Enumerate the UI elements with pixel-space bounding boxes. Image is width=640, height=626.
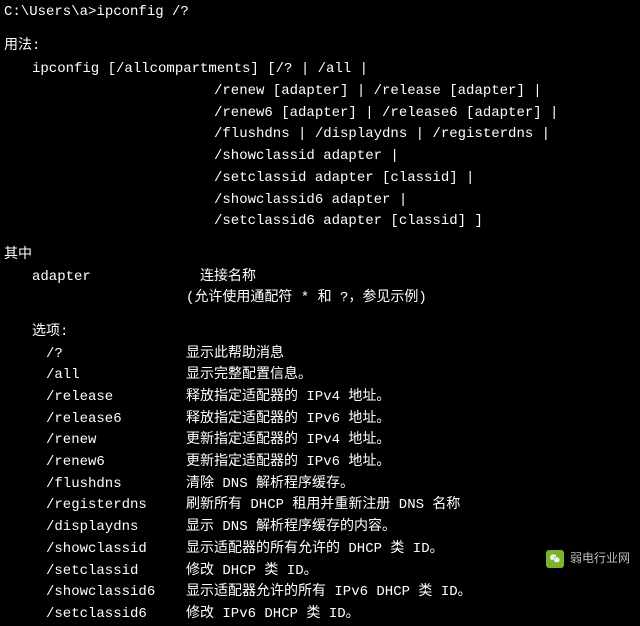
- option-flag: /renew6: [46, 452, 186, 474]
- usage-line: /setclassid adapter [classid] |: [214, 168, 636, 190]
- usage-line: /setclassid6 adapter [classid] ]: [214, 211, 636, 233]
- adapter-desc: 连接名称: [200, 269, 256, 285]
- option-flag: /?: [46, 344, 186, 366]
- option-row: /?显示此帮助消息: [46, 344, 636, 366]
- option-row: /renew更新指定适配器的 IPv4 地址。: [46, 430, 636, 452]
- option-row: /flushdns清除 DNS 解析程序缓存。: [46, 474, 636, 496]
- option-desc: 更新指定适配器的 IPv6 地址。: [186, 452, 636, 474]
- option-row: /renew6更新指定适配器的 IPv6 地址。: [46, 452, 636, 474]
- option-flag: /displaydns: [46, 517, 186, 539]
- option-flag: /setclassid: [46, 561, 186, 583]
- options-title: 选项:: [32, 322, 636, 344]
- option-flag: /showclassid6: [46, 582, 186, 604]
- option-flag: /all: [46, 365, 186, 387]
- option-desc: 释放指定适配器的 IPv4 地址。: [186, 387, 636, 409]
- usage-line: /renew6 [adapter] | /release6 [adapter] …: [214, 103, 636, 125]
- command-prompt-line: C:\Users\a>ipconfig /?: [4, 2, 636, 24]
- wechat-icon: [546, 550, 564, 568]
- option-row: /displaydns显示 DNS 解析程序缓存的内容。: [46, 517, 636, 539]
- option-flag: /showclassid: [46, 539, 186, 561]
- option-row: /release6释放指定适配器的 IPv6 地址。: [46, 409, 636, 431]
- option-desc: 刷新所有 DHCP 租用并重新注册 DNS 名称: [186, 495, 636, 517]
- option-flag: /release: [46, 387, 186, 409]
- usage-line: /showclassid6 adapter |: [214, 190, 636, 212]
- option-row: /release释放指定适配器的 IPv4 地址。: [46, 387, 636, 409]
- option-desc: 显示此帮助消息: [186, 344, 636, 366]
- option-desc: 更新指定适配器的 IPv4 地址。: [186, 430, 636, 452]
- option-desc: 显示适配器允许的所有 IPv6 DHCP 类 ID。: [186, 582, 636, 604]
- usage-line: /showclassid adapter |: [214, 146, 636, 168]
- usage-title: 用法:: [4, 36, 636, 58]
- option-flag: /flushdns: [46, 474, 186, 496]
- adapter-label: adapter: [32, 269, 91, 285]
- option-flag: /registerdns: [46, 495, 186, 517]
- option-row: /showclassid6显示适配器允许的所有 IPv6 DHCP 类 ID。: [46, 582, 636, 604]
- option-flag: /release6: [46, 409, 186, 431]
- option-desc: 显示完整配置信息。: [186, 365, 636, 387]
- watermark: 弱电行业网: [546, 549, 630, 568]
- option-flag: /renew: [46, 430, 186, 452]
- option-desc: 释放指定适配器的 IPv6 地址。: [186, 409, 636, 431]
- usage-line: /renew [adapter] | /release [adapter] |: [214, 81, 636, 103]
- option-row: /registerdns刷新所有 DHCP 租用并重新注册 DNS 名称: [46, 495, 636, 517]
- option-row: /all显示完整配置信息。: [46, 365, 636, 387]
- option-desc: 修改 IPv6 DHCP 类 ID。: [186, 604, 636, 626]
- option-desc: 显示 DNS 解析程序缓存的内容。: [186, 517, 636, 539]
- option-desc: 清除 DNS 解析程序缓存。: [186, 474, 636, 496]
- usage-line: /flushdns | /displaydns | /registerdns |: [214, 124, 636, 146]
- usage-line: ipconfig [/allcompartments] [/? | /all |: [32, 59, 636, 81]
- where-title: 其中: [4, 245, 636, 267]
- option-row: /setclassid6修改 IPv6 DHCP 类 ID。: [46, 604, 636, 626]
- watermark-text: 弱电行业网: [570, 549, 630, 568]
- adapter-desc-note: (允许使用通配符 * 和 ?，参见示例): [186, 288, 636, 310]
- option-flag: /setclassid6: [46, 604, 186, 626]
- adapter-row: adapter 连接名称: [32, 267, 636, 289]
